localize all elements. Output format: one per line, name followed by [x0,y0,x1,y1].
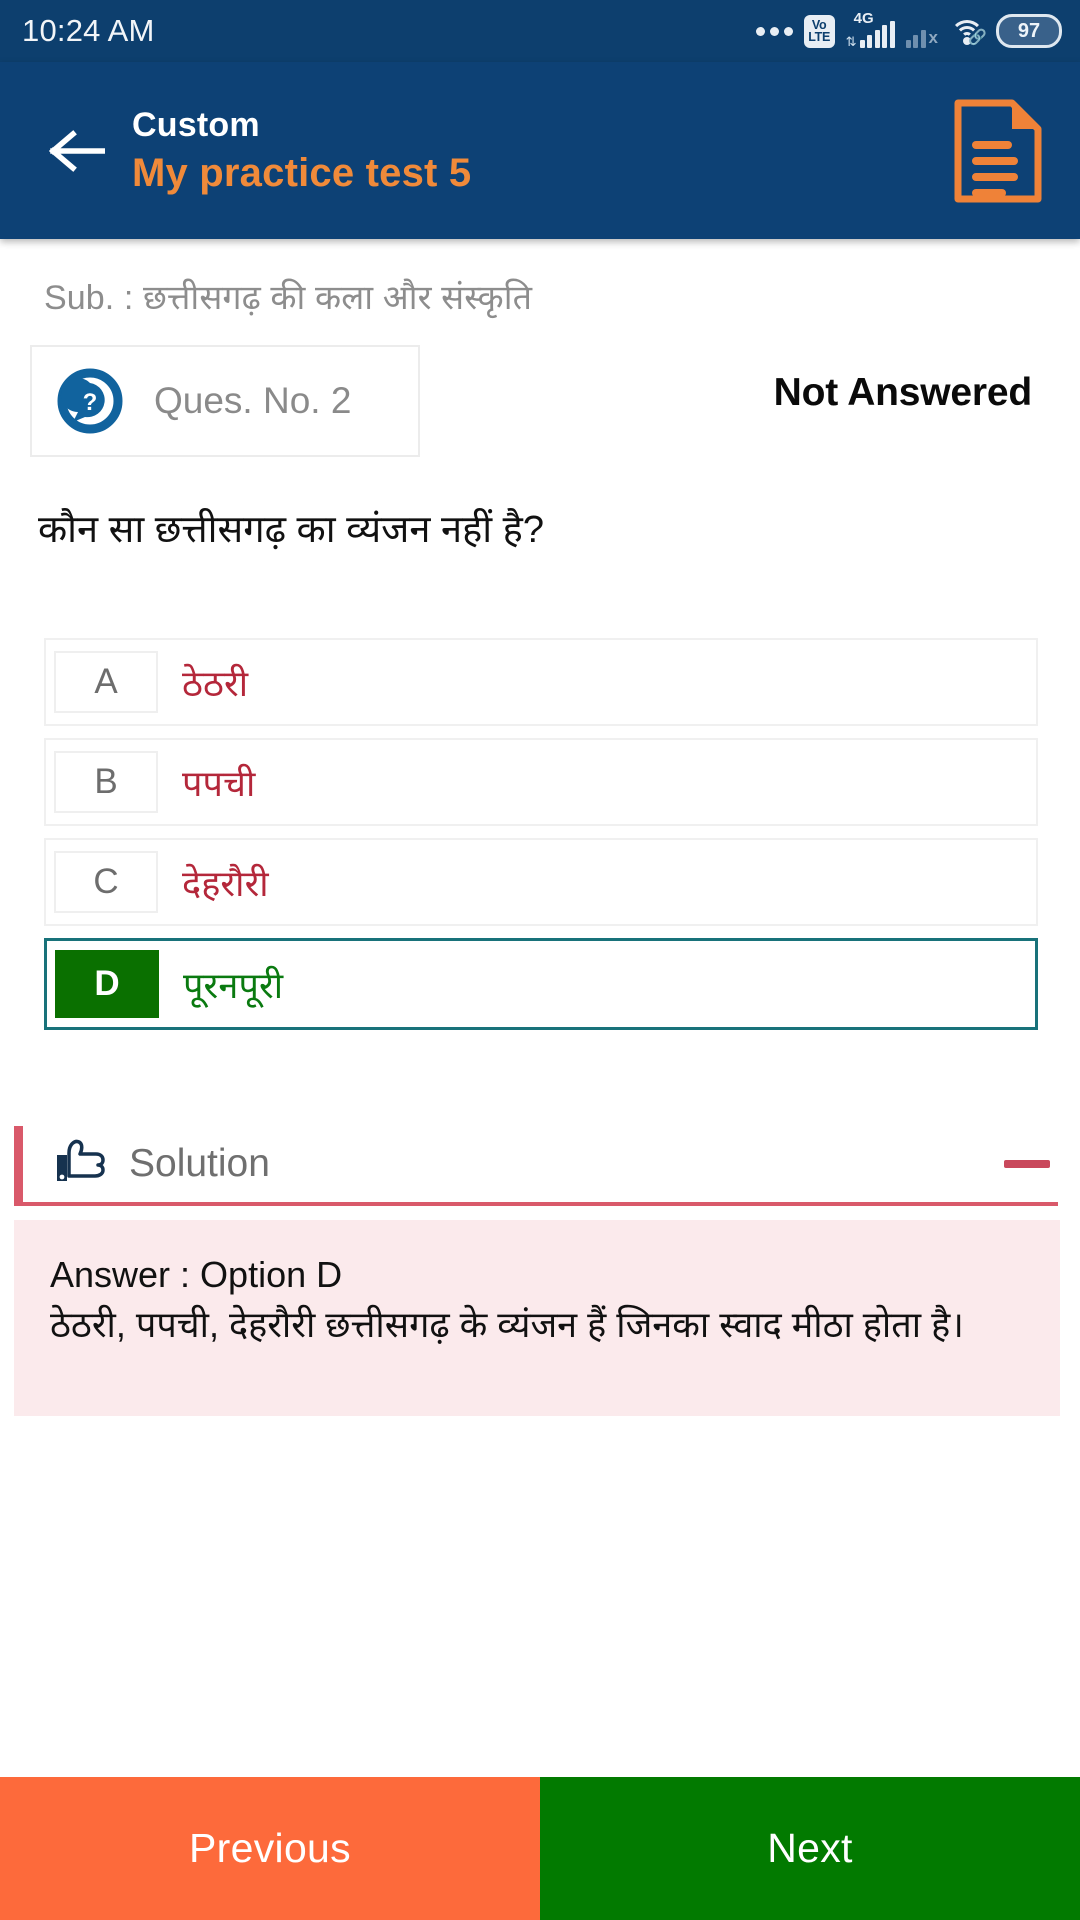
option-letter-a: A [54,651,158,714]
app-bar-subtitle: Custom [132,105,260,144]
option-row-c[interactable]: C देहरौरी [44,838,1038,927]
page-title: My practice test 5 [132,150,472,195]
document-icon [954,99,1042,202]
app-bar-title-block: Custom My practice test 5 [132,106,471,196]
option-letter-c: C [54,851,158,914]
data-transfer-icon: ⇅ [845,34,857,49]
option-row-d[interactable]: D पूरनपूरी [44,938,1038,1031]
option-row-a[interactable]: A ठेठरी [44,638,1038,727]
solution-header[interactable]: Solution [14,1126,1058,1207]
back-arrow-icon [49,129,105,172]
question-text: कौन सा छत्तीसगढ़ का व्यंजन नहीं है? [38,509,544,551]
status-bar-icons: Vo LTE 4G ⇅ x 🔗 97 [755,10,1062,49]
question-number-box: ? Ques. No. 2 [30,345,420,457]
volte-icon: Vo LTE [803,14,835,48]
signal-bars-dim [905,22,926,48]
minus-icon[interactable] [1004,1160,1050,1169]
volte-bottom-label: LTE [808,30,831,44]
question-mark-icon: ? [52,363,128,439]
app-screen: 10:24 AM Vo LTE 4G ⇅ x 🔗 97 Custom My pr… [0,0,1080,1920]
footer-navigation: Previous Next [0,1777,1080,1920]
subject-label: Sub. : छत्तीसगढ़ की कला और संस्कृति [44,279,533,317]
back-button[interactable] [38,112,116,190]
previous-button[interactable]: Previous [0,1777,540,1920]
question-number-label: Ques. No. 2 [154,380,352,421]
no-service-x-label: x [928,28,938,47]
status-bar: 10:24 AM Vo LTE 4G ⇅ x 🔗 97 [0,0,1080,62]
sim2-signal-icon: x [905,14,938,48]
option-text-b: पपची [182,762,256,804]
answer-status-badge: Not Answered [773,371,1033,414]
status-bar-clock: 10:24 AM [22,13,155,48]
question-header-row: ? Ques. No. 2 Not Answered [0,319,1080,457]
question-content: Sub. : छत्तीसगढ़ की कला और संस्कृति ? Qu… [0,239,1080,1779]
options-list: A ठेठरी B पपची C देहरौरी D पूरनपूरी [0,638,1080,1031]
solution-body: Answer : Option D ठेठरी, पपची, देहरौरी छ… [14,1220,1060,1417]
option-text-d: पूरनपूरी [183,964,284,1006]
next-button[interactable]: Next [540,1777,1080,1920]
solution-answer-line: Answer : Option D [50,1254,343,1296]
battery-level-label: 97 [1017,19,1041,42]
solution-label: Solution [129,1142,270,1186]
option-row-b[interactable]: B पपची [44,738,1038,827]
document-button[interactable] [948,95,1046,207]
option-letter-b: B [54,751,158,814]
wifi-icon: 🔗 [949,16,987,46]
svg-text:?: ? [83,389,98,416]
sim1-signal-icon: 4G ⇅ [845,10,895,49]
option-letter-d: D [55,950,159,1019]
option-text-a: ठेठरी [182,662,249,704]
battery-icon: 97 [996,14,1062,48]
network-type-label: 4G [853,10,874,27]
option-text-c: देहरौरी [182,862,269,904]
app-bar: Custom My practice test 5 [0,62,1080,239]
solution-section: Solution Answer : Option D ठेठरी, पपची, … [0,1126,1080,1417]
pointing-hand-icon [51,1137,113,1191]
notification-overflow-dots-icon [755,26,793,36]
wifi-link-icon: 🔗 [968,29,987,46]
solution-explanation: ठेठरी, पपची, देहरौरी छत्तीसगढ़ के व्यंजन… [50,1303,964,1345]
